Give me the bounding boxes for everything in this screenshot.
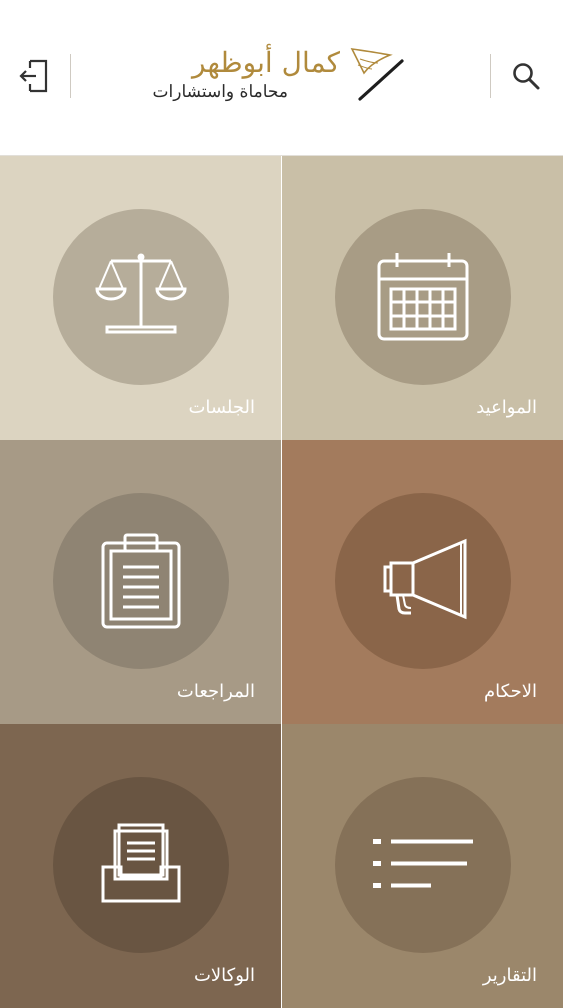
tile-label: المراجعات <box>176 681 255 702</box>
clipboard-icon <box>101 533 180 629</box>
logout-button[interactable] <box>10 52 58 100</box>
brand-logo: كمال أبوظهر محاماة واستشارات <box>153 40 410 115</box>
logout-icon <box>19 59 48 93</box>
tile-label: التقارير <box>482 965 537 986</box>
tile-power-of-attorney[interactable]: الوكالات <box>0 724 281 1008</box>
tile-reports[interactable]: التقارير <box>282 724 563 1008</box>
calendar-icon <box>377 253 468 341</box>
search-button[interactable] <box>502 52 550 100</box>
tile-reviews[interactable]: المراجعات <box>0 440 281 724</box>
app-header: كمال أبوظهر محاماة واستشارات <box>0 0 563 156</box>
header-divider-left <box>70 54 71 98</box>
tile-icon-circle <box>52 493 229 669</box>
tile-icon-circle <box>52 777 229 953</box>
list-icon <box>372 839 473 888</box>
tile-icon-circle <box>334 209 511 385</box>
header-divider-right <box>490 54 491 98</box>
quill-pen-icon <box>350 47 404 101</box>
tile-label: الجلسات <box>188 397 255 418</box>
scales-icon <box>94 253 187 334</box>
tile-icon-circle <box>334 777 511 953</box>
megaphone-icon <box>383 538 466 620</box>
tile-label: الوكالات <box>193 965 255 986</box>
tile-appointments[interactable]: المواعيد <box>282 156 563 440</box>
archive-box-icon <box>101 823 180 903</box>
logo-title: كمال أبوظهر <box>192 46 340 79</box>
tile-icon-circle <box>52 209 229 385</box>
tile-sessions[interactable]: الجلسات <box>0 156 281 440</box>
search-icon <box>513 63 540 90</box>
tile-label: المواعيد <box>476 397 537 418</box>
tile-judgments[interactable]: الاحكام <box>282 440 563 724</box>
logo-subtitle: محاماة واستشارات <box>152 82 288 102</box>
tile-icon-circle <box>334 493 511 669</box>
tile-label: الاحكام <box>484 681 537 702</box>
